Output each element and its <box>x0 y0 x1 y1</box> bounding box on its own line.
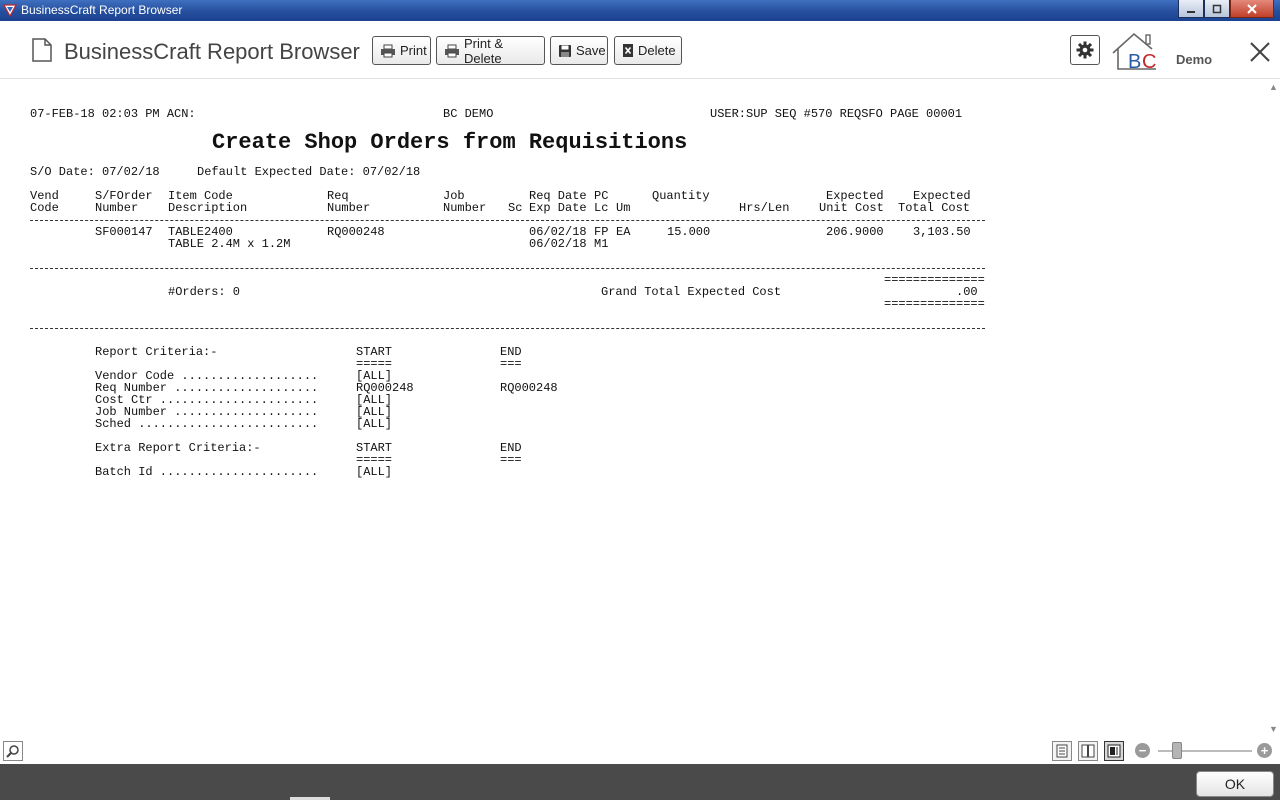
logo-caption: Demo <box>1176 52 1213 67</box>
find-button[interactable] <box>3 741 23 761</box>
double-rule: ============== <box>884 297 985 311</box>
bc-logo: B C <box>1112 32 1156 73</box>
extra-criteria-start: [ALL] <box>356 465 393 479</box>
close-icon[interactable] <box>1230 0 1274 18</box>
close-report-icon[interactable] <box>1248 40 1272 64</box>
column-header: Exp Date <box>529 201 587 215</box>
printer-icon <box>381 44 395 57</box>
app-title: BusinessCraft Report Browser <box>64 39 360 64</box>
default-expected-date: Default Expected Date: 07/02/18 <box>197 165 421 179</box>
businesscraft-app-icon <box>3 4 17 17</box>
unit-of-measure: EA <box>616 225 631 239</box>
item-description: TABLE 2.4M x 1.2M <box>168 237 291 251</box>
total-cost: 3,103.50 <box>913 225 971 239</box>
report-page: 07-FEB-18 02:03 PM ACN: BC DEMO USER:SUP… <box>0 80 1266 740</box>
column-header: Um <box>616 201 631 215</box>
extra-criteria-title: Extra Report Criteria:- <box>95 441 261 455</box>
report-user-info: USER:SUP SEQ #570 REQSFO PAGE 00001 <box>710 107 963 121</box>
document-icon <box>32 38 52 62</box>
fit-width-icon <box>1107 744 1121 758</box>
vertical-scrollbar[interactable]: ▲ ▼ <box>1266 80 1280 740</box>
print-delete-button[interactable]: Print & Delete <box>436 35 545 66</box>
window-title: BusinessCraft Report Browser <box>21 3 183 17</box>
orders-count: #Orders: 0 <box>168 285 241 299</box>
search-icon <box>6 745 19 758</box>
two-page-view-button[interactable] <box>1078 741 1098 761</box>
column-header: Description <box>168 201 248 215</box>
unit-cost: 206.9000 <box>826 225 884 239</box>
gear-icon <box>1076 41 1094 59</box>
criteria-start: [ALL] <box>356 417 393 431</box>
column-header: Total Cost <box>898 201 971 215</box>
column-header: Number <box>95 201 139 215</box>
so-date: S/O Date: 07/02/18 <box>30 165 160 179</box>
zoom-out-button[interactable]: − <box>1135 743 1150 758</box>
scroll-down-icon[interactable]: ▼ <box>1269 724 1278 734</box>
report-datetime: 07-FEB-18 02:03 PM ACN: <box>30 107 196 121</box>
two-page-icon <box>1081 744 1095 758</box>
printer-icon <box>445 44 459 57</box>
delete-document-icon <box>623 44 633 57</box>
report-company: BC DEMO <box>443 107 494 121</box>
print-label: Print <box>400 43 427 58</box>
ok-button[interactable]: OK <box>1196 771 1274 797</box>
dashed-rule <box>30 328 985 329</box>
single-page-view-button[interactable] <box>1052 741 1072 761</box>
column-header: Hrs/Len <box>739 201 790 215</box>
criteria-label: Sched ......................... <box>95 417 319 431</box>
quantity: 15.000 <box>667 225 711 239</box>
sfo-number: SF000147 <box>95 225 153 239</box>
scroll-up-icon[interactable]: ▲ <box>1269 82 1278 92</box>
view-controls-bar: − + <box>0 740 1280 764</box>
fit-width-view-button[interactable] <box>1104 741 1124 761</box>
maximize-icon[interactable] <box>1204 0 1230 18</box>
criteria-title: Report Criteria:- <box>95 345 218 359</box>
column-header: Quantity <box>652 189 710 203</box>
report-title: Create Shop Orders from Requisitions <box>212 130 688 155</box>
zoom-in-button[interactable]: + <box>1257 743 1272 758</box>
print-delete-label: Print & Delete <box>464 35 504 66</box>
delete-button[interactable]: Delete <box>614 36 682 65</box>
extra-criteria-label: Batch Id ...................... <box>95 465 319 479</box>
zoom-slider-thumb[interactable] <box>1172 742 1182 759</box>
logo-letter-b: B <box>1128 51 1141 73</box>
column-header: Lc <box>594 201 609 215</box>
single-page-icon <box>1056 744 1068 758</box>
exp-date: 06/02/18 <box>529 237 587 251</box>
column-header: Number <box>327 201 371 215</box>
report-toolbar: BusinessCraft Report Browser Print Print… <box>0 21 1280 79</box>
dashed-rule <box>30 220 985 221</box>
column-header: Code <box>30 201 59 215</box>
criteria-end-rule: === <box>500 357 522 371</box>
dashed-rule <box>30 268 985 269</box>
logo-letter-c: C <box>1142 51 1156 73</box>
req-number: RQ000248 <box>327 225 385 239</box>
window-title-bar: BusinessCraft Report Browser <box>0 0 1280 21</box>
column-header: Number <box>443 201 487 215</box>
column-header: Sc <box>508 201 523 215</box>
settings-button[interactable] <box>1070 35 1100 65</box>
print-button[interactable]: Print <box>372 36 431 65</box>
column-header: Unit Cost <box>819 201 884 215</box>
save-label: Save <box>576 43 606 58</box>
grand-total-label: Grand Total Expected Cost <box>601 285 782 299</box>
floppy-disk-icon <box>559 44 571 57</box>
window-controls <box>1178 0 1274 18</box>
save-button[interactable]: Save <box>550 36 608 65</box>
extra-criteria-end-rule: === <box>500 453 522 467</box>
lc-code: M1 <box>594 237 609 251</box>
criteria-end: RQ000248 <box>500 381 558 395</box>
delete-label: Delete <box>638 43 676 58</box>
minimize-icon[interactable] <box>1178 0 1204 18</box>
dialog-footer: OK <box>0 764 1280 800</box>
